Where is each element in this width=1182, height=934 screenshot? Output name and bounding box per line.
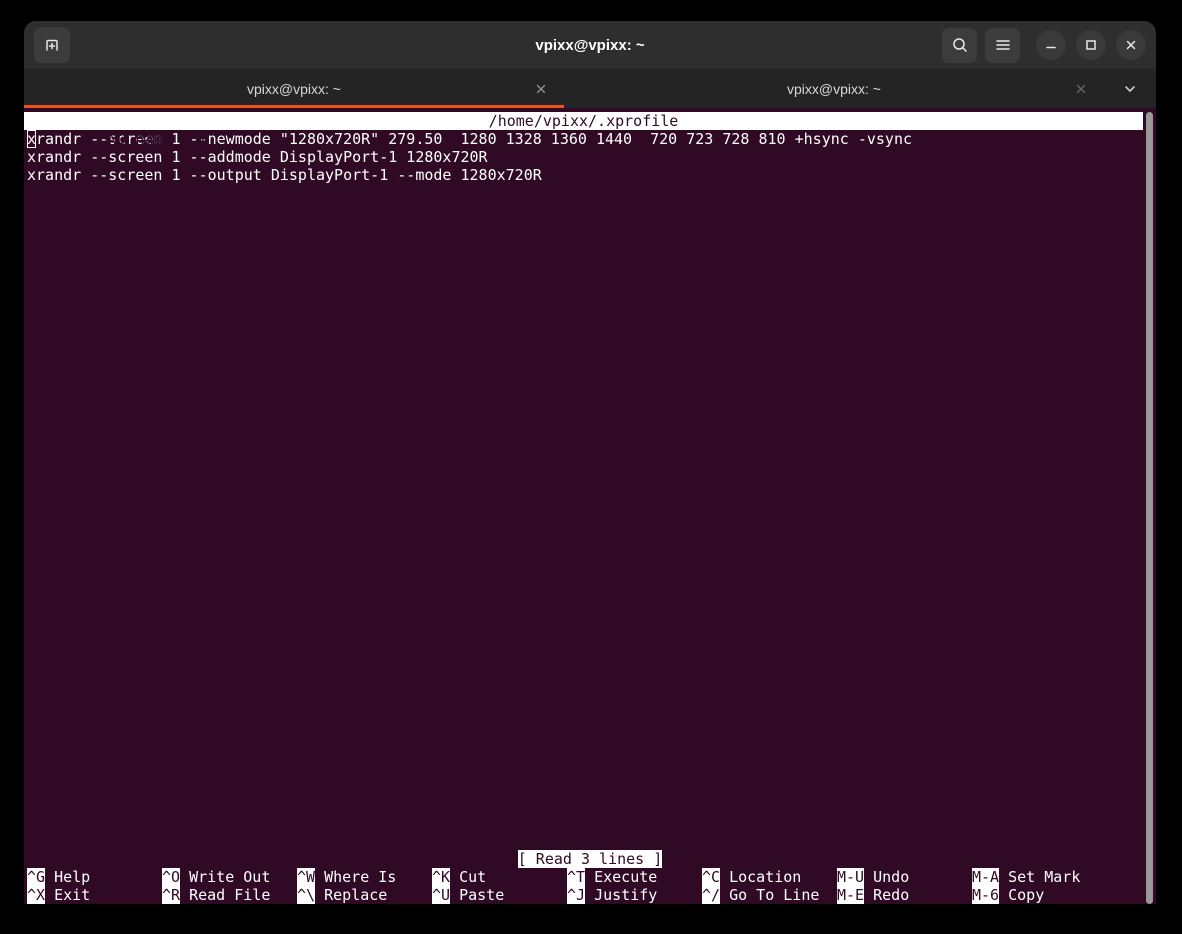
maximize-button[interactable] <box>1076 30 1106 60</box>
shortcut-key: ^K <box>432 868 450 886</box>
shortcut-label: Set Mark <box>999 868 1080 886</box>
nano-shortcut: ^W Where Is <box>297 868 432 886</box>
nano-title-bar: GNU nano 6.2 /home/vpixx/.xprofile <box>24 112 1143 130</box>
nano-shortcut: ^X Exit <box>27 886 162 904</box>
tab-1[interactable]: vpixx@vpixx: ~ <box>24 69 564 108</box>
nano-status-bar: [ Read 3 lines ] <box>24 850 1156 868</box>
shortcut-key: ^O <box>162 868 180 886</box>
terminal-screen[interactable]: GNU nano 6.2 /home/vpixx/.xprofile xrand… <box>24 108 1156 904</box>
shortcut-label: Execute <box>585 868 657 886</box>
shortcut-label: Replace <box>315 886 387 904</box>
titlebar: vpixx@vpixx: ~ <box>24 21 1156 69</box>
shortcut-key: ^R <box>162 886 180 904</box>
nano-shortcut: ^T Execute <box>567 868 702 886</box>
shortcut-key: M-6 <box>972 886 999 904</box>
shortcut-label: Where Is <box>315 868 396 886</box>
shortcut-key: ^\ <box>297 886 315 904</box>
terminal-lines: xrandr --screen 1 --newmode "1280x720R" … <box>24 130 1156 850</box>
shortcut-key: M-A <box>972 868 999 886</box>
nano-shortcut: M-U Undo <box>837 868 972 886</box>
nano-shortcut: ^/ Go To Line <box>702 886 837 904</box>
tab-1-label: vpixx@vpixx: ~ <box>247 81 341 97</box>
menu-button[interactable] <box>985 28 1020 63</box>
nano-shortcut: ^J Justify <box>567 886 702 904</box>
terminal-line: xrandr --screen 1 --addmode DisplayPort-… <box>27 148 1156 166</box>
tab-list-button[interactable] <box>1104 69 1156 108</box>
shortcut-key: ^G <box>27 868 45 886</box>
shortcut-key: ^U <box>432 886 450 904</box>
hamburger-menu-icon <box>994 36 1012 54</box>
shortcut-key: ^T <box>567 868 585 886</box>
nano-shortcut: ^O Write Out <box>162 868 297 886</box>
shortcut-label: Paste <box>450 886 504 904</box>
shortcut-key: ^W <box>297 868 315 886</box>
nano-status-message: [ Read 3 lines ] <box>518 850 663 868</box>
shortcut-label: Read File <box>180 886 270 904</box>
minimize-icon <box>1044 38 1058 52</box>
shortcut-label: Cut <box>450 868 486 886</box>
nano-shortcut: ^G Help <box>27 868 162 886</box>
desktop: { "titlebar": { "title": "vpixx@vpixx: ~… <box>0 0 1182 934</box>
new-tab-icon <box>43 36 61 54</box>
terminal-scrollbar[interactable] <box>1146 112 1153 904</box>
nano-shortcut: M-A Set Mark <box>972 868 1107 886</box>
shortcut-key: M-U <box>837 868 864 886</box>
nano-version: GNU nano 6.2 <box>78 130 207 148</box>
shortcut-label: Redo <box>864 886 909 904</box>
tab-2-close-icon[interactable] <box>1072 80 1090 98</box>
tab-2-label: vpixx@vpixx: ~ <box>787 81 881 97</box>
nano-shortcut: ^\ Replace <box>297 886 432 904</box>
shortcut-key: ^X <box>27 886 45 904</box>
search-icon <box>951 36 969 54</box>
close-button[interactable] <box>1116 30 1146 60</box>
new-tab-button[interactable] <box>34 27 70 63</box>
nano-shortcut: ^U Paste <box>432 886 567 904</box>
shortcut-label: Location <box>720 868 801 886</box>
maximize-icon <box>1084 38 1098 52</box>
shortcut-key: M-E <box>837 886 864 904</box>
shortcut-label: Copy <box>999 886 1044 904</box>
shortcut-key: ^/ <box>702 886 720 904</box>
shortcut-key: ^J <box>567 886 585 904</box>
window-controls <box>1036 30 1146 60</box>
nano-shortcut: M-E Redo <box>837 886 972 904</box>
shortcut-key: ^C <box>702 868 720 886</box>
nano-shortcut: ^R Read File <box>162 886 297 904</box>
shortcut-label: Help <box>45 868 90 886</box>
tab-bar: vpixx@vpixx: ~ vpixx@vpixx: ~ <box>24 69 1156 108</box>
nano-shortcuts-row2: ^X Exit^R Read File^\ Replace^U Paste^J … <box>24 886 1156 904</box>
chevron-down-icon <box>1122 81 1138 97</box>
shortcut-label: Justify <box>585 886 657 904</box>
titlebar-actions <box>942 28 1146 63</box>
nano-shortcuts-row1: ^G Help^O Write Out^W Where Is^K Cut^T E… <box>24 868 1156 886</box>
nano-shortcut: ^C Location <box>702 868 837 886</box>
close-icon <box>1124 38 1138 52</box>
nano-file-path: /home/vpixx/.xprofile <box>24 112 1143 130</box>
tab-1-close-icon[interactable] <box>532 80 550 98</box>
search-button[interactable] <box>942 28 977 63</box>
terminal-line: xrandr --screen 1 --output DisplayPort-1… <box>27 166 1156 184</box>
shortcut-label: Write Out <box>180 868 270 886</box>
minimize-button[interactable] <box>1036 30 1066 60</box>
shortcut-label: Undo <box>864 868 909 886</box>
shortcut-label: Exit <box>45 886 90 904</box>
shortcut-label: Go To Line <box>720 886 819 904</box>
tab-2[interactable]: vpixx@vpixx: ~ <box>564 69 1104 108</box>
nano-shortcut: M-6 Copy <box>972 886 1107 904</box>
terminal-window: vpixx@vpixx: ~ <box>24 21 1156 904</box>
nano-shortcut: ^K Cut <box>432 868 567 886</box>
